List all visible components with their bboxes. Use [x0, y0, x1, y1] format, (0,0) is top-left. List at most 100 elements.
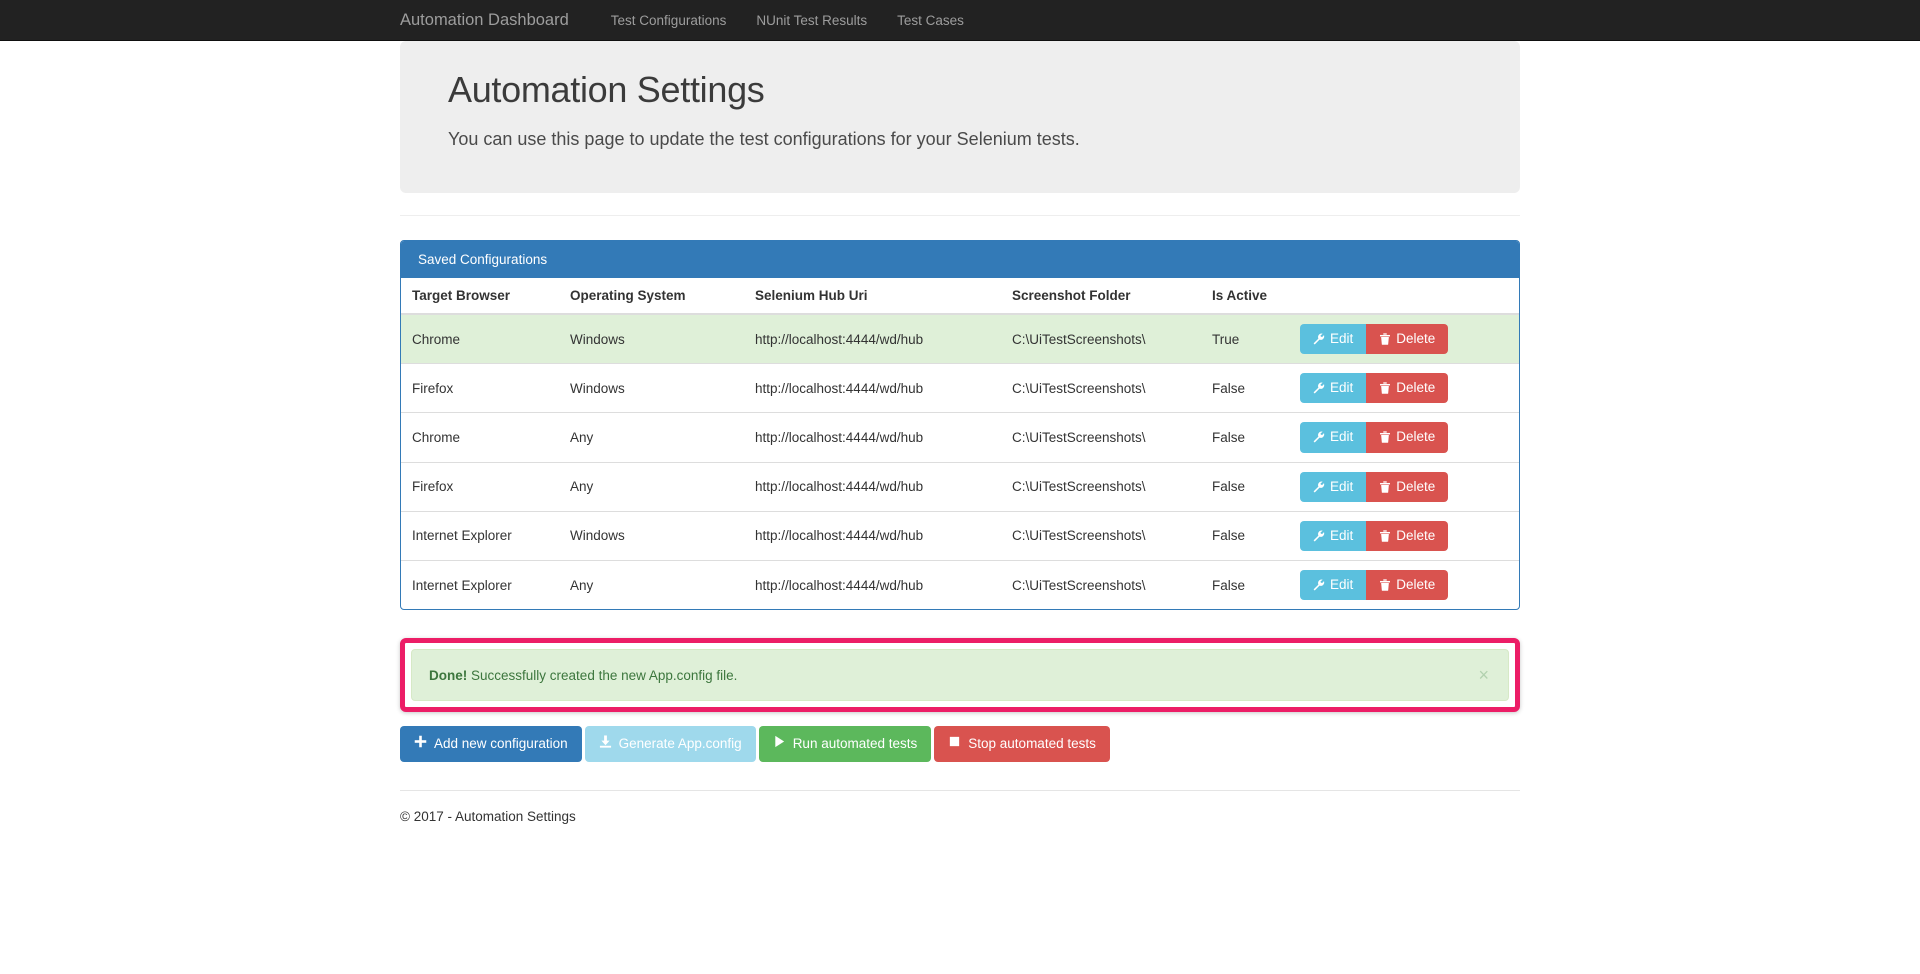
navbar-links: Test Configurations NUnit Test Results T… [596, 0, 979, 41]
edit-button-label: Edit [1330, 576, 1354, 592]
column-header-operating-system: Operating System [559, 278, 744, 315]
cell-target-browser: Chrome [401, 412, 559, 463]
cell-selenium-hub-uri: http://localhost:4444/wd/hub [744, 559, 1001, 610]
table-head: Target Browser Operating System Selenium… [401, 278, 1519, 315]
column-header-target-browser: Target Browser [401, 278, 559, 315]
edit-button-label: Edit [1330, 429, 1354, 445]
cell-is-active: False [1201, 461, 1289, 512]
cell-screenshot-folder: C:\UiTestScreenshots\ [1001, 510, 1201, 561]
cell-selenium-hub-uri: http://localhost:4444/wd/hub [744, 314, 1001, 364]
trash-icon [1379, 333, 1391, 345]
nav-link-test-cases[interactable]: Test Cases [882, 0, 979, 41]
alert-close-icon[interactable]: × [1476, 666, 1491, 684]
download-icon [599, 735, 612, 753]
configurations-table: Target Browser Operating System Selenium… [401, 278, 1519, 610]
stop-icon [948, 735, 961, 753]
navbar-brand[interactable]: Automation Dashboard [385, 0, 584, 41]
delete-button[interactable]: Delete [1366, 569, 1449, 601]
cell-actions: Edit Delete [1289, 314, 1519, 364]
column-header-selenium-hub-uri: Selenium Hub Uri [744, 278, 1001, 315]
cell-is-active: False [1201, 412, 1289, 463]
delete-button-label: Delete [1396, 576, 1436, 592]
table-row: Internet Explorer Any http://localhost:444… [401, 559, 1519, 610]
edit-button[interactable]: Edit [1300, 471, 1367, 502]
footer-copyright: © 2017 - Automation Settings [400, 809, 576, 824]
table-row: Firefox Any http://localhost:4444/wd/hub C:… [401, 461, 1519, 512]
cell-is-active: False [1201, 510, 1289, 561]
edit-button[interactable]: Edit [1300, 324, 1367, 355]
table-row: Chrome Windows http://localhost:4444/wd/hu… [401, 314, 1519, 364]
column-header-actions [1289, 278, 1519, 315]
cell-selenium-hub-uri: http://localhost:4444/wd/hub [744, 363, 1001, 413]
delete-button-label: Delete [1396, 478, 1436, 494]
cell-selenium-hub-uri: http://localhost:4444/wd/hub [744, 412, 1001, 463]
row-action-group: Edit Delete [1300, 471, 1449, 502]
row-action-group: Edit Delete [1300, 373, 1449, 404]
edit-button[interactable]: Edit [1300, 520, 1367, 551]
cell-target-browser: Chrome [401, 314, 559, 364]
generate-app-config-label: Generate App.config [618, 735, 742, 751]
add-new-configuration-label: Add new configuration [434, 735, 568, 751]
cell-operating-system: Windows [559, 363, 744, 413]
delete-button[interactable]: Delete [1366, 422, 1449, 453]
wrench-icon [1313, 382, 1325, 394]
alert-message: Successfully created the new App.config … [471, 667, 738, 683]
delete-button-label: Delete [1396, 527, 1436, 543]
cell-target-browser: Firefox [401, 363, 559, 413]
alert-strong: Done! [429, 667, 468, 683]
cell-operating-system: Any [559, 412, 744, 463]
success-alert: Done! Successfully created the new App.c… [411, 649, 1509, 702]
alert-text: Done! Successfully created the new App.c… [429, 668, 737, 683]
page-footer: © 2017 - Automation Settings [400, 790, 1520, 824]
table-header-row: Target Browser Operating System Selenium… [401, 278, 1519, 315]
cell-target-browser: Firefox [401, 461, 559, 512]
run-automated-tests-button[interactable]: Run automated tests [758, 726, 932, 762]
edit-button-label: Edit [1330, 527, 1354, 543]
wrench-icon [1313, 431, 1325, 443]
cell-is-active: False [1201, 363, 1289, 413]
hero-jumbotron: Automation Settings You can use this pag… [400, 41, 1520, 193]
table-row: Firefox Windows http://localhost:4444/wd/h… [401, 363, 1519, 413]
cell-actions: Edit Delete [1289, 412, 1519, 463]
trash-icon [1379, 382, 1391, 395]
cell-selenium-hub-uri: http://localhost:4444/wd/hub [744, 461, 1001, 512]
edit-button[interactable]: Edit [1300, 569, 1367, 601]
edit-button[interactable]: Edit [1300, 373, 1367, 404]
wrench-icon [1313, 530, 1325, 542]
wrench-icon [1313, 579, 1325, 591]
cell-is-active: True [1201, 314, 1289, 364]
saved-configurations-panel: Saved Configurations Target Browser Oper… [400, 240, 1520, 611]
cell-selenium-hub-uri: http://localhost:4444/wd/hub [744, 510, 1001, 561]
delete-button[interactable]: Delete [1366, 373, 1449, 404]
edit-button-label: Edit [1330, 380, 1354, 396]
generate-app-config-button[interactable]: Generate App.config [584, 726, 756, 762]
delete-button[interactable]: Delete [1366, 520, 1449, 551]
run-automated-tests-label: Run automated tests [792, 735, 918, 751]
stop-automated-tests-button[interactable]: Stop automated tests [934, 726, 1110, 762]
action-button-bar: Add new configuration Generate App.confi… [400, 726, 1520, 762]
column-header-is-active: Is Active [1201, 278, 1289, 315]
delete-button[interactable]: Delete [1366, 324, 1449, 355]
cell-operating-system: Windows [559, 314, 744, 364]
nav-link-test-configurations[interactable]: Test Configurations [596, 0, 742, 41]
cell-actions: Edit Delete [1289, 559, 1519, 610]
cell-target-browser: Internet Explorer [401, 559, 559, 610]
cell-actions: Edit Delete [1289, 510, 1519, 561]
add-new-configuration-button[interactable]: Add new configuration [400, 726, 582, 762]
plus-icon [414, 735, 427, 753]
edit-button[interactable]: Edit [1300, 422, 1367, 453]
nav-link-nunit-test-results[interactable]: NUnit Test Results [741, 0, 882, 41]
cell-screenshot-folder: C:\UiTestScreenshots\ [1001, 363, 1201, 413]
edit-button-label: Edit [1330, 331, 1354, 346]
cell-actions: Edit Delete [1289, 363, 1519, 413]
top-navbar: Automation Dashboard Test Configurations… [0, 0, 1920, 41]
cell-is-active: False [1201, 559, 1289, 610]
trash-icon [1379, 530, 1391, 542]
panel-heading: Saved Configurations [401, 241, 1519, 278]
cell-operating-system: Any [559, 461, 744, 512]
delete-button[interactable]: Delete [1366, 471, 1449, 502]
table-row: Internet Explorer Windows http://localhost… [401, 510, 1519, 561]
section-divider [400, 215, 1520, 216]
cell-screenshot-folder: C:\UiTestScreenshots\ [1001, 461, 1201, 512]
wrench-icon [1313, 481, 1325, 493]
